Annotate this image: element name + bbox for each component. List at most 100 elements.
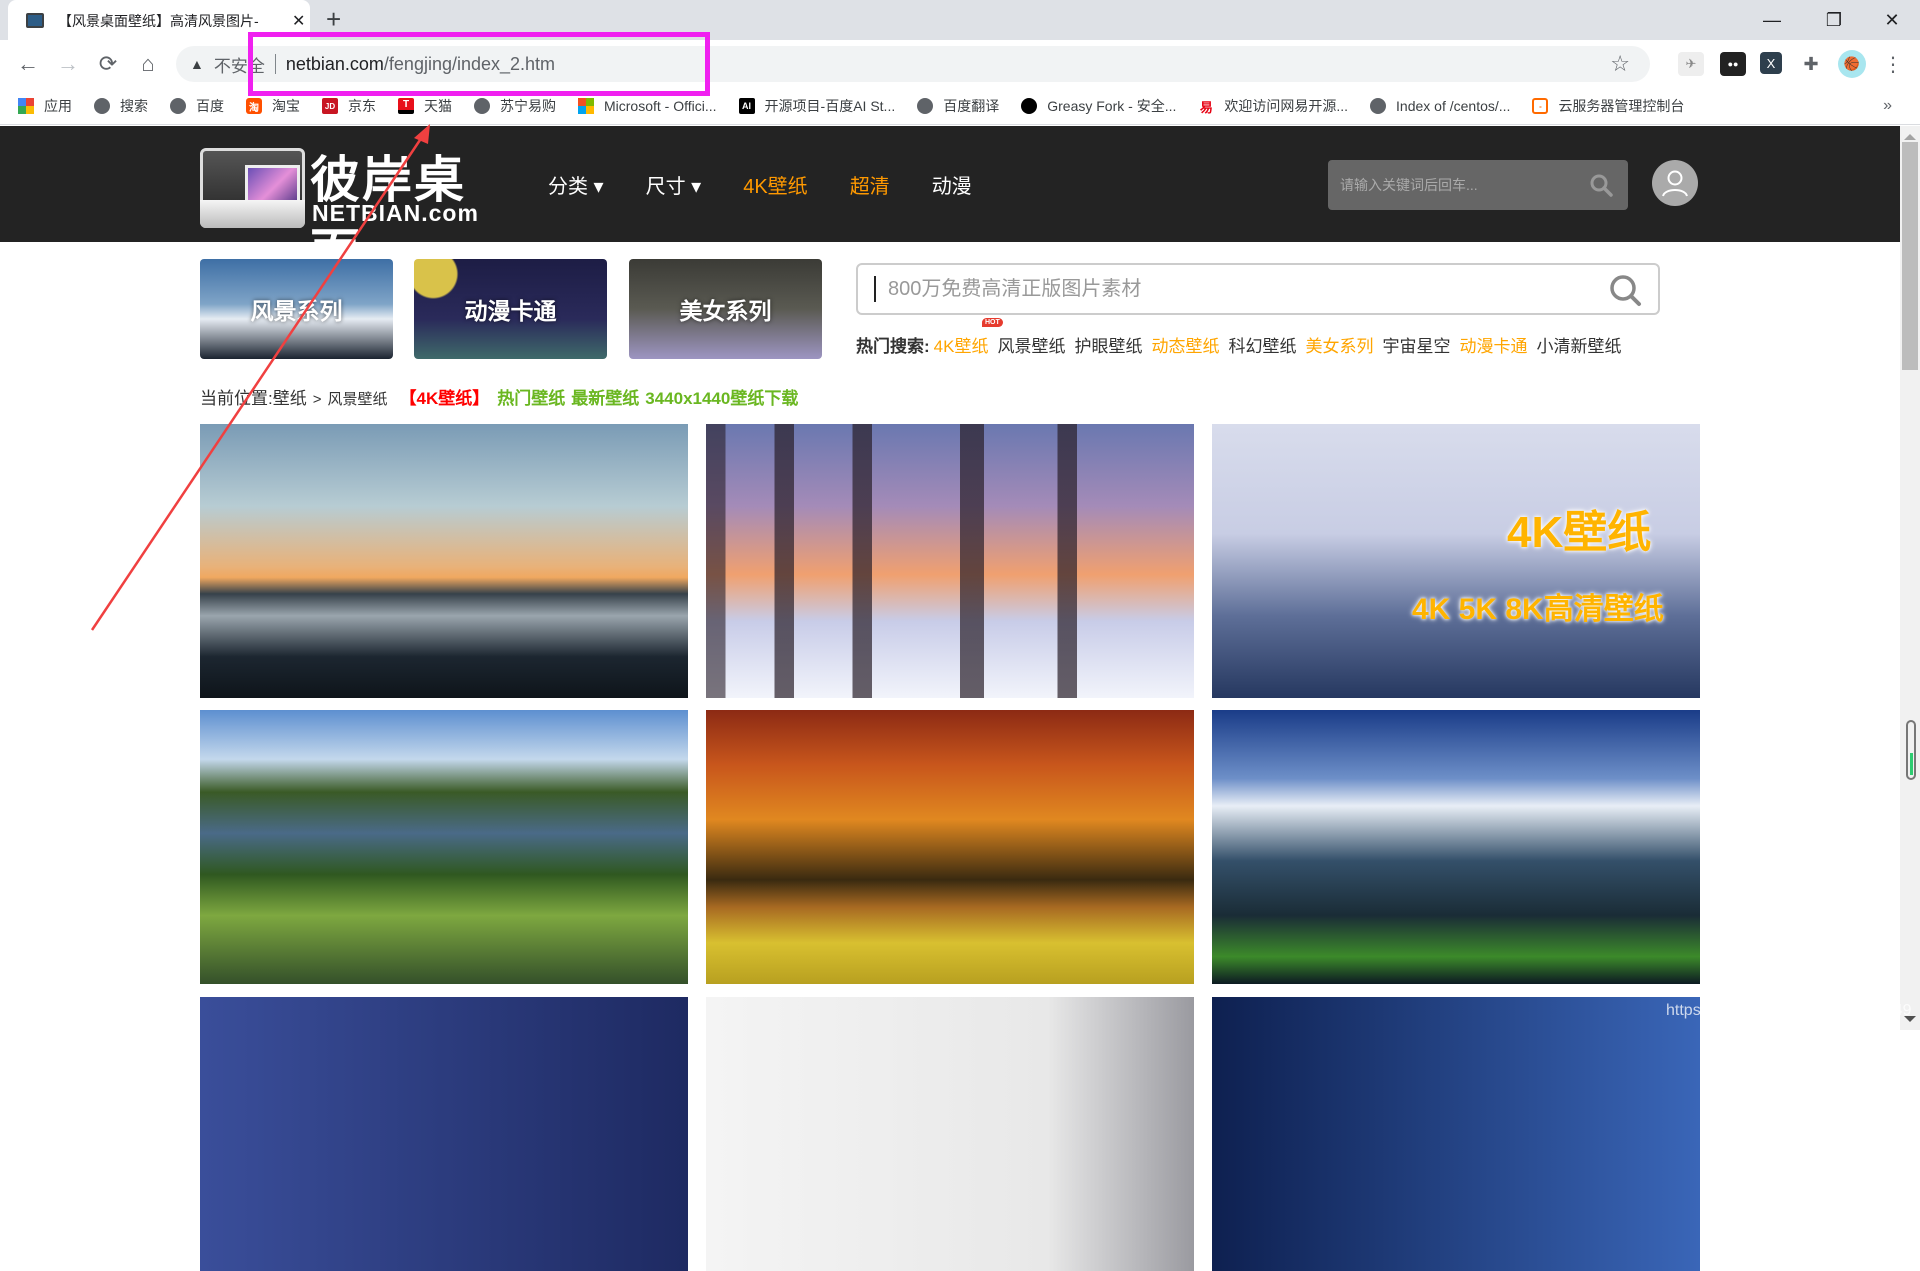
globe-icon xyxy=(917,98,934,114)
warning-icon[interactable]: ▲ xyxy=(190,56,204,72)
bookmark-item[interactable]: T 天猫 xyxy=(398,96,452,116)
category-beauty[interactable]: 美女系列 xyxy=(629,259,822,359)
window-close-button[interactable]: ✕ xyxy=(1864,0,1920,40)
url-host: netbian.com xyxy=(285,53,384,74)
swift-extension-icon[interactable]: ✈ xyxy=(1678,52,1704,76)
header-search xyxy=(1328,160,1628,210)
profile-avatar-icon[interactable]: 🏀 xyxy=(1838,50,1866,78)
breadcrumb-resolution-link[interactable]: 3440x1440壁纸下载 xyxy=(645,384,798,409)
new-tab-button[interactable]: + xyxy=(326,6,341,32)
url-path: /fengjing/index_2.htm xyxy=(383,53,556,74)
microsoft-icon xyxy=(578,98,594,114)
nav-anime[interactable]: 动漫 xyxy=(932,170,972,199)
search-icon[interactable] xyxy=(1588,172,1614,198)
hot-search-item[interactable]: 动漫卡通 xyxy=(1459,332,1527,357)
breadcrumb: 当前位置: 壁纸 > 风景壁纸 【4K壁纸】 热门壁纸 最新壁纸 3440x14… xyxy=(200,384,804,409)
scrollbar-thumb[interactable] xyxy=(1902,142,1918,370)
logo-toolbox-icon xyxy=(200,148,305,228)
bookmark-label: 京东 xyxy=(348,98,376,114)
bookmark-item[interactable]: - 云服务器管理控制台 xyxy=(1532,96,1684,116)
x-extension-icon[interactable]: X xyxy=(1760,52,1782,74)
category-anime[interactable]: 动漫卡通 xyxy=(414,259,607,359)
breadcrumb-current[interactable]: 风景壁纸 xyxy=(328,388,388,409)
wallpaper-thumbnail[interactable] xyxy=(1212,710,1700,984)
wallpaper-thumbnail[interactable] xyxy=(706,710,1194,984)
hot-search-item[interactable]: 小清新壁纸 xyxy=(1536,332,1621,357)
category-landscape[interactable]: 风景系列 xyxy=(200,259,393,359)
wallpaper-thumbnail[interactable] xyxy=(1212,997,1700,1271)
bookmark-item[interactable]: 苏宁易购 xyxy=(474,96,556,116)
bookmark-label: 欢迎访问网易开源... xyxy=(1224,98,1349,114)
hot-search-item[interactable]: 风景壁纸 xyxy=(997,332,1065,357)
bookmark-item[interactable]: Microsoft - Offici... xyxy=(578,98,717,114)
bookmark-item[interactable]: 易欢迎访问网易开源... xyxy=(1198,96,1348,116)
wallpaper-thumbnail[interactable] xyxy=(706,424,1194,698)
address-bar[interactable]: ▲ 不安全 netbian.com/fengjing/index_2.htm ☆ xyxy=(176,46,1650,82)
wallpaper-ad-banner[interactable]: 4K壁纸 4K 5K 8K高清壁纸 xyxy=(1212,424,1700,698)
minimize-button[interactable]: — xyxy=(1744,0,1800,40)
scroll-up-icon[interactable] xyxy=(1904,134,1916,140)
tampermonkey-extension-icon[interactable]: ●● xyxy=(1720,52,1746,76)
bookmark-item[interactable]: 百度 xyxy=(170,96,224,116)
hot-search-item[interactable]: 科幻壁纸 xyxy=(1228,332,1296,357)
chrome-menu-icon[interactable]: ⋮ xyxy=(1880,52,1906,76)
back-icon[interactable]: ← xyxy=(12,48,44,80)
nav-category[interactable]: 分类 ▾ xyxy=(548,170,604,199)
tab-close-icon[interactable]: ✕ xyxy=(292,11,305,31)
browser-tab-active[interactable]: 【风景桌面壁纸】高清风景图片- ✕ xyxy=(8,0,310,41)
monitor-favicon-icon xyxy=(26,13,44,28)
hot-search-item[interactable]: 美女系列 xyxy=(1305,332,1373,357)
breadcrumb-hot-link[interactable]: 热门壁纸 xyxy=(497,384,565,409)
nav-size[interactable]: 尺寸 ▾ xyxy=(646,170,702,199)
security-label[interactable]: 不安全 xyxy=(214,52,265,77)
breadcrumb-root[interactable]: 壁纸 xyxy=(273,384,307,409)
page-scrollbar[interactable] xyxy=(1900,126,1920,1030)
nav-hd[interactable]: 超清 xyxy=(850,170,890,199)
jd-icon: JD xyxy=(322,98,338,114)
breadcrumb-4k-link[interactable]: 【4K壁纸】 xyxy=(400,384,490,409)
browser-toolbar: ← → ⟳ ⌂ ▲ 不安全 netbian.com/fengjing/index… xyxy=(0,40,1920,88)
battery-indicator-icon xyxy=(1906,720,1916,780)
wallpaper-thumbnail[interactable] xyxy=(200,997,688,1271)
netease-icon: 易 xyxy=(1198,98,1215,115)
bookmark-item[interactable]: 百度翻译 xyxy=(917,96,999,116)
hot-search: 热门搜索: 4K壁纸 风景壁纸 护眼壁纸 动态壁纸 科幻壁纸 美女系列 宇宙星空… xyxy=(856,318,1630,357)
site-logo[interactable]: 彼岸桌面 NETBIAN.com xyxy=(200,140,510,281)
bookmarks-overflow-icon[interactable]: » xyxy=(1883,97,1892,115)
wallpaper-thumbnail[interactable] xyxy=(706,997,1194,1271)
header-search-input[interactable] xyxy=(1340,177,1580,193)
home-icon[interactable]: ⌂ xyxy=(132,48,164,80)
hot-search-label: 热门搜索: xyxy=(856,337,930,356)
bookmark-item[interactable]: Index of /centos/... xyxy=(1370,98,1510,114)
main-search-input[interactable] xyxy=(888,277,1568,301)
bookmark-item[interactable]: Greasy Fork - 安全... xyxy=(1021,96,1176,116)
wallpaper-thumbnail[interactable] xyxy=(200,710,688,984)
breadcrumb-separator: > xyxy=(312,391,322,408)
search-icon[interactable] xyxy=(1608,273,1642,307)
reload-icon[interactable]: ⟳ xyxy=(92,48,124,80)
hot-search-item[interactable]: 护眼壁纸 xyxy=(1074,332,1142,357)
tmall-icon: T xyxy=(398,98,414,114)
bookmark-label: 云服务器管理控制台 xyxy=(1558,98,1685,114)
main-nav: 分类 ▾ 尺寸 ▾ 4K壁纸 超清 动漫 xyxy=(548,170,1014,199)
nav-4k[interactable]: 4K壁纸 xyxy=(743,170,807,199)
user-avatar[interactable] xyxy=(1652,160,1698,206)
bookmark-star-icon[interactable]: ☆ xyxy=(1610,51,1630,77)
hot-search-item[interactable]: 4K壁纸 xyxy=(934,332,989,357)
bookmark-item[interactable]: 淘淘宝 xyxy=(246,96,300,116)
hot-search-item[interactable]: 宇宙星空 xyxy=(1382,332,1450,357)
bookmark-label: 应用 xyxy=(44,98,72,114)
forward-icon[interactable]: → xyxy=(52,48,84,80)
maximize-button[interactable]: ❐ xyxy=(1806,0,1862,40)
breadcrumb-new-link[interactable]: 最新壁纸 xyxy=(571,384,639,409)
bookmark-item[interactable]: 应用 xyxy=(18,96,72,116)
hot-search-item[interactable]: 动态壁纸 xyxy=(1151,332,1219,357)
url-text[interactable]: netbian.com/fengjing/index_2.htm xyxy=(286,54,555,75)
bookmark-item[interactable]: AI 开源项目-百度AI St... xyxy=(738,96,895,116)
puzzle-extensions-icon[interactable]: ✚ xyxy=(1798,52,1824,76)
wallpaper-thumbnail[interactable] xyxy=(200,424,688,698)
taobao-icon: 淘 xyxy=(246,98,262,114)
bookmark-item[interactable]: JD 京东 xyxy=(322,96,376,116)
bookmark-label: 淘宝 xyxy=(272,98,300,114)
bookmark-item[interactable]: 搜索 xyxy=(94,96,148,116)
